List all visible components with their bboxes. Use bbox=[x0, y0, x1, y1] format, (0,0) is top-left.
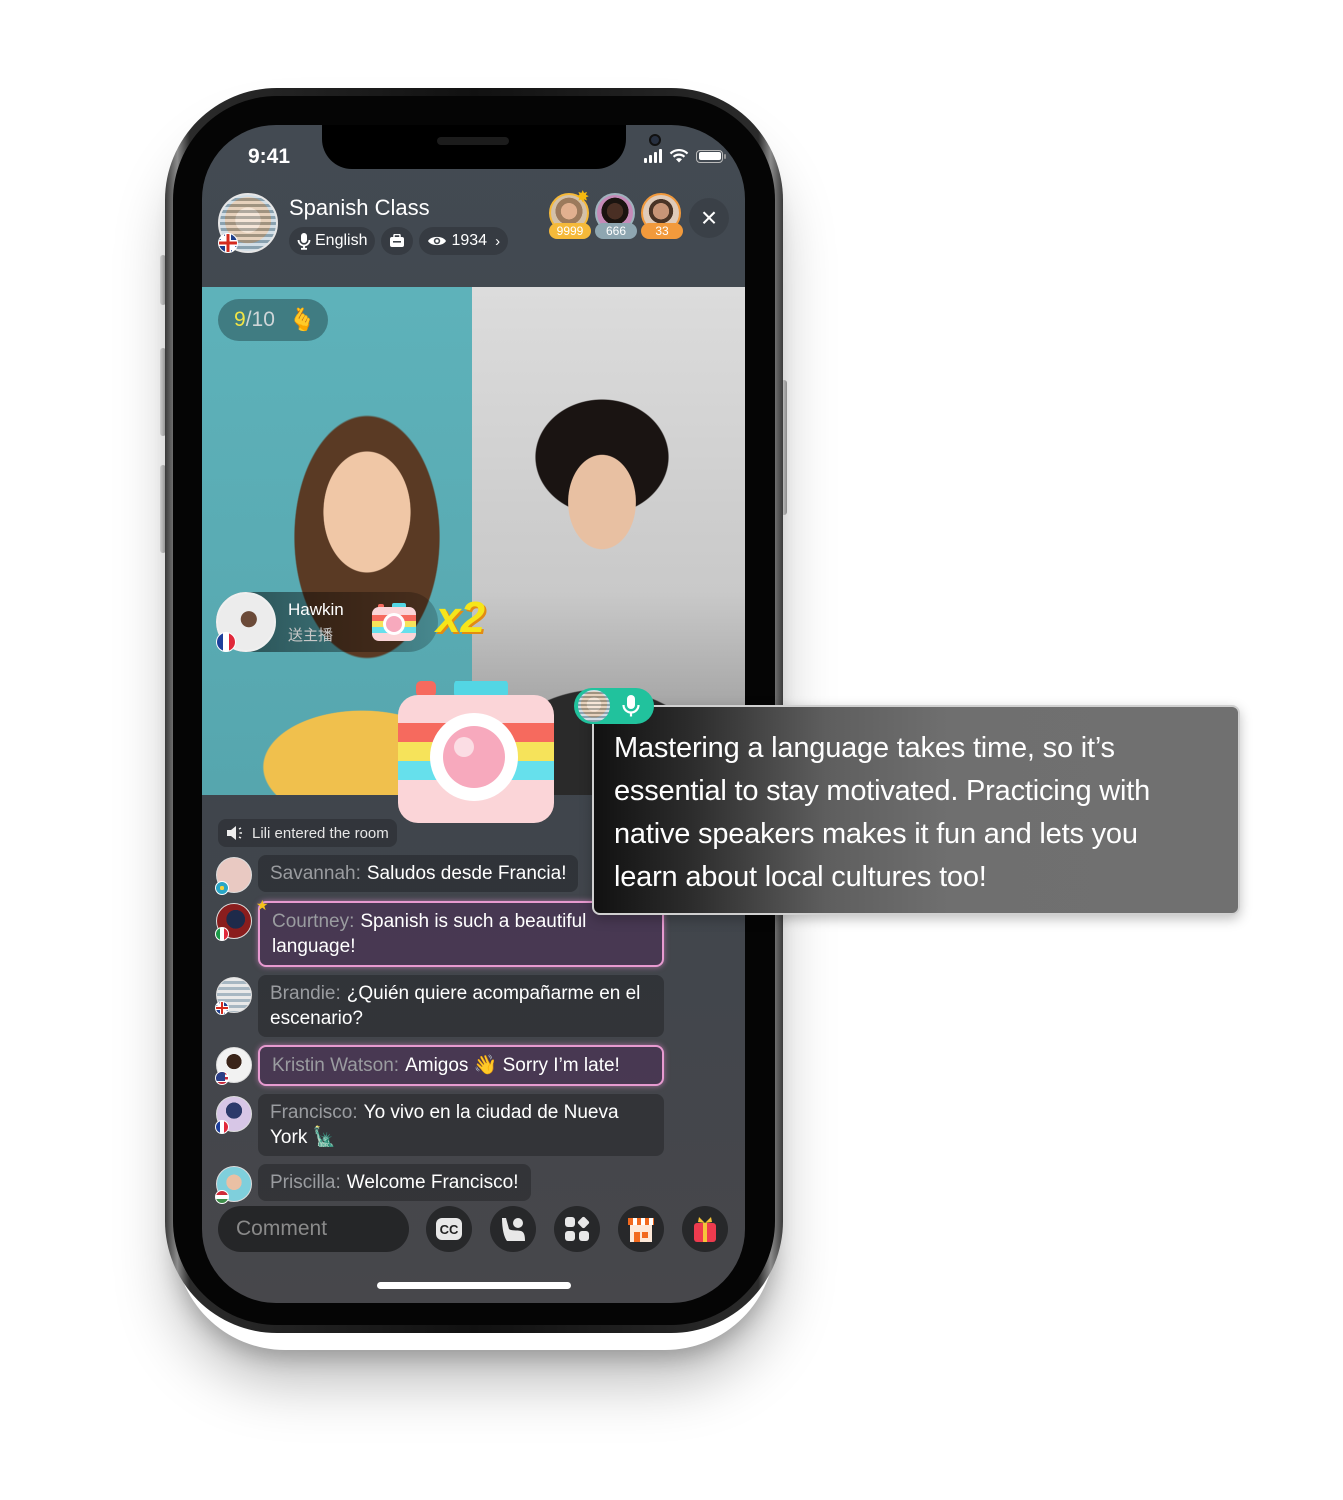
live-caption-panel: Mastering a language takes time, so it’s… bbox=[592, 705, 1240, 915]
user-avatar[interactable] bbox=[215, 903, 252, 941]
user-avatar[interactable] bbox=[215, 977, 252, 1015]
shop-button[interactable] bbox=[618, 1206, 664, 1252]
status-time: 9:41 bbox=[248, 145, 291, 168]
home-indicator[interactable] bbox=[377, 1282, 571, 1289]
flag-icon bbox=[215, 1071, 229, 1085]
shop-icon bbox=[628, 1218, 654, 1242]
close-button[interactable]: × bbox=[689, 198, 729, 238]
likes-goal-pill[interactable]: 9/10 🫰 bbox=[218, 299, 328, 341]
microphone-icon bbox=[622, 695, 640, 717]
flag-icon bbox=[215, 1190, 229, 1204]
raise-hand-button[interactable] bbox=[490, 1206, 536, 1252]
chat-message[interactable]: Priscilla: Welcome Francisco! bbox=[215, 1164, 666, 1204]
crown-icon: ✸ bbox=[576, 189, 590, 206]
chat-username: Savannah: bbox=[270, 863, 361, 884]
flag-icon bbox=[215, 881, 229, 895]
viewer-gift-count: 666 bbox=[595, 223, 637, 239]
chat-message[interactable]: Kristin Watson: Amigos 👋 Sorry I’m late! bbox=[215, 1045, 666, 1086]
likes-progress: 9/10 bbox=[234, 308, 275, 331]
chat-bubble: Brandie: ¿Quién quiere acompañarme en el … bbox=[258, 975, 664, 1037]
active-speaker-chip bbox=[574, 688, 654, 724]
gift-icon bbox=[694, 1217, 716, 1242]
system-message-text: Lili entered the room bbox=[252, 824, 389, 842]
chat-text: Saludos desde Francia! bbox=[366, 863, 567, 884]
svg-text:CC: CC bbox=[440, 1222, 459, 1237]
captions-button[interactable]: CC bbox=[426, 1206, 472, 1252]
chat-message[interactable]: Brandie: ¿Quién quiere acompañarme en el … bbox=[215, 975, 666, 1037]
signal-icon bbox=[644, 149, 662, 163]
wifi-icon bbox=[669, 149, 689, 163]
comment-input[interactable] bbox=[218, 1206, 409, 1252]
chat-username: Kristin Watson: bbox=[272, 1055, 400, 1076]
chat-username: Francisco: bbox=[270, 1102, 358, 1123]
top-viewer-2[interactable]: 666 bbox=[595, 193, 637, 239]
caption-text: Mastering a language takes time, so it’s… bbox=[614, 732, 1150, 893]
front-camera bbox=[649, 134, 661, 146]
chat-bubble: Francisco: Yo vivo en la ciudad de Nueva … bbox=[258, 1094, 664, 1156]
uk-flag-icon bbox=[218, 233, 238, 253]
viewer-gift-count: 9999 bbox=[549, 223, 591, 239]
cc-icon: CC bbox=[436, 1218, 462, 1240]
room-title: Spanish Class bbox=[289, 195, 430, 220]
room-tags: English 1934 › bbox=[289, 227, 509, 255]
eye-icon bbox=[428, 236, 447, 246]
chevron-right-icon: › bbox=[495, 232, 501, 250]
gift-banner: Hawkin 送主播 bbox=[216, 592, 438, 652]
star-badge-icon: ★ bbox=[256, 897, 269, 913]
chat-bubble-vip: Kristin Watson: Amigos 👋 Sorry I’m late! bbox=[258, 1045, 664, 1086]
host-avatar[interactable] bbox=[218, 193, 278, 253]
flag-icon bbox=[215, 927, 229, 941]
system-message: Lili entered the room bbox=[218, 819, 397, 847]
user-avatar[interactable] bbox=[215, 1166, 252, 1204]
gift-sender-avatar[interactable] bbox=[216, 592, 276, 652]
chat-username: Priscilla: bbox=[270, 1172, 341, 1193]
speaker-avatar bbox=[576, 688, 612, 724]
top-viewer-3[interactable]: 33 bbox=[641, 193, 683, 239]
chat-message[interactable]: Francisco: Yo vivo en la ciudad de Nueva … bbox=[215, 1094, 666, 1156]
chat-text: Welcome Francisco! bbox=[346, 1172, 519, 1193]
france-flag-icon bbox=[216, 632, 236, 652]
notch bbox=[322, 125, 661, 169]
camera-gift-animation bbox=[398, 681, 554, 823]
viewer-count-tag[interactable]: 1934 › bbox=[419, 227, 509, 255]
viewer-gift-count: 33 bbox=[641, 223, 683, 239]
microphone-icon bbox=[297, 233, 311, 250]
camera-gift-icon bbox=[372, 603, 416, 641]
chat-username: Brandie: bbox=[270, 983, 341, 1004]
flag-icon bbox=[215, 1001, 229, 1015]
chat-username: Courtney: bbox=[272, 911, 355, 932]
user-avatar[interactable] bbox=[215, 1096, 252, 1134]
chat-text: Amigos 👋 Sorry I’m late! bbox=[405, 1055, 620, 1076]
status-icons bbox=[644, 149, 726, 163]
user-avatar[interactable] bbox=[215, 857, 252, 895]
speaker-announcement-icon bbox=[227, 826, 242, 840]
chat-bubble: Priscilla: Welcome Francisco! bbox=[258, 1164, 531, 1201]
flag-icon bbox=[215, 1120, 229, 1134]
gift-sender-name: Hawkin bbox=[288, 600, 344, 619]
battery-icon bbox=[696, 149, 726, 163]
apps-icon bbox=[565, 1216, 590, 1241]
language-tag[interactable]: English bbox=[289, 227, 376, 255]
top-viewers: ✸ 9999 666 33 bbox=[549, 189, 683, 239]
top-viewer-1[interactable]: ✸ 9999 bbox=[549, 189, 591, 239]
finger-heart-icon: 🫰 bbox=[288, 307, 317, 332]
chat-bubble: Savannah: Saludos desde Francia! bbox=[258, 855, 579, 892]
apps-button[interactable] bbox=[554, 1206, 600, 1252]
briefcase-icon bbox=[390, 234, 405, 247]
raise-hand-icon bbox=[502, 1218, 525, 1241]
user-avatar[interactable] bbox=[215, 1047, 252, 1085]
room-info-tag[interactable] bbox=[381, 227, 414, 255]
language-label: English bbox=[315, 232, 368, 249]
gift-action: 送主播 bbox=[288, 627, 334, 644]
gift-multiplier: x2 bbox=[436, 593, 485, 642]
viewer-count: 1934 bbox=[451, 232, 488, 249]
earpiece bbox=[437, 137, 509, 145]
gift-button[interactable] bbox=[682, 1206, 728, 1252]
